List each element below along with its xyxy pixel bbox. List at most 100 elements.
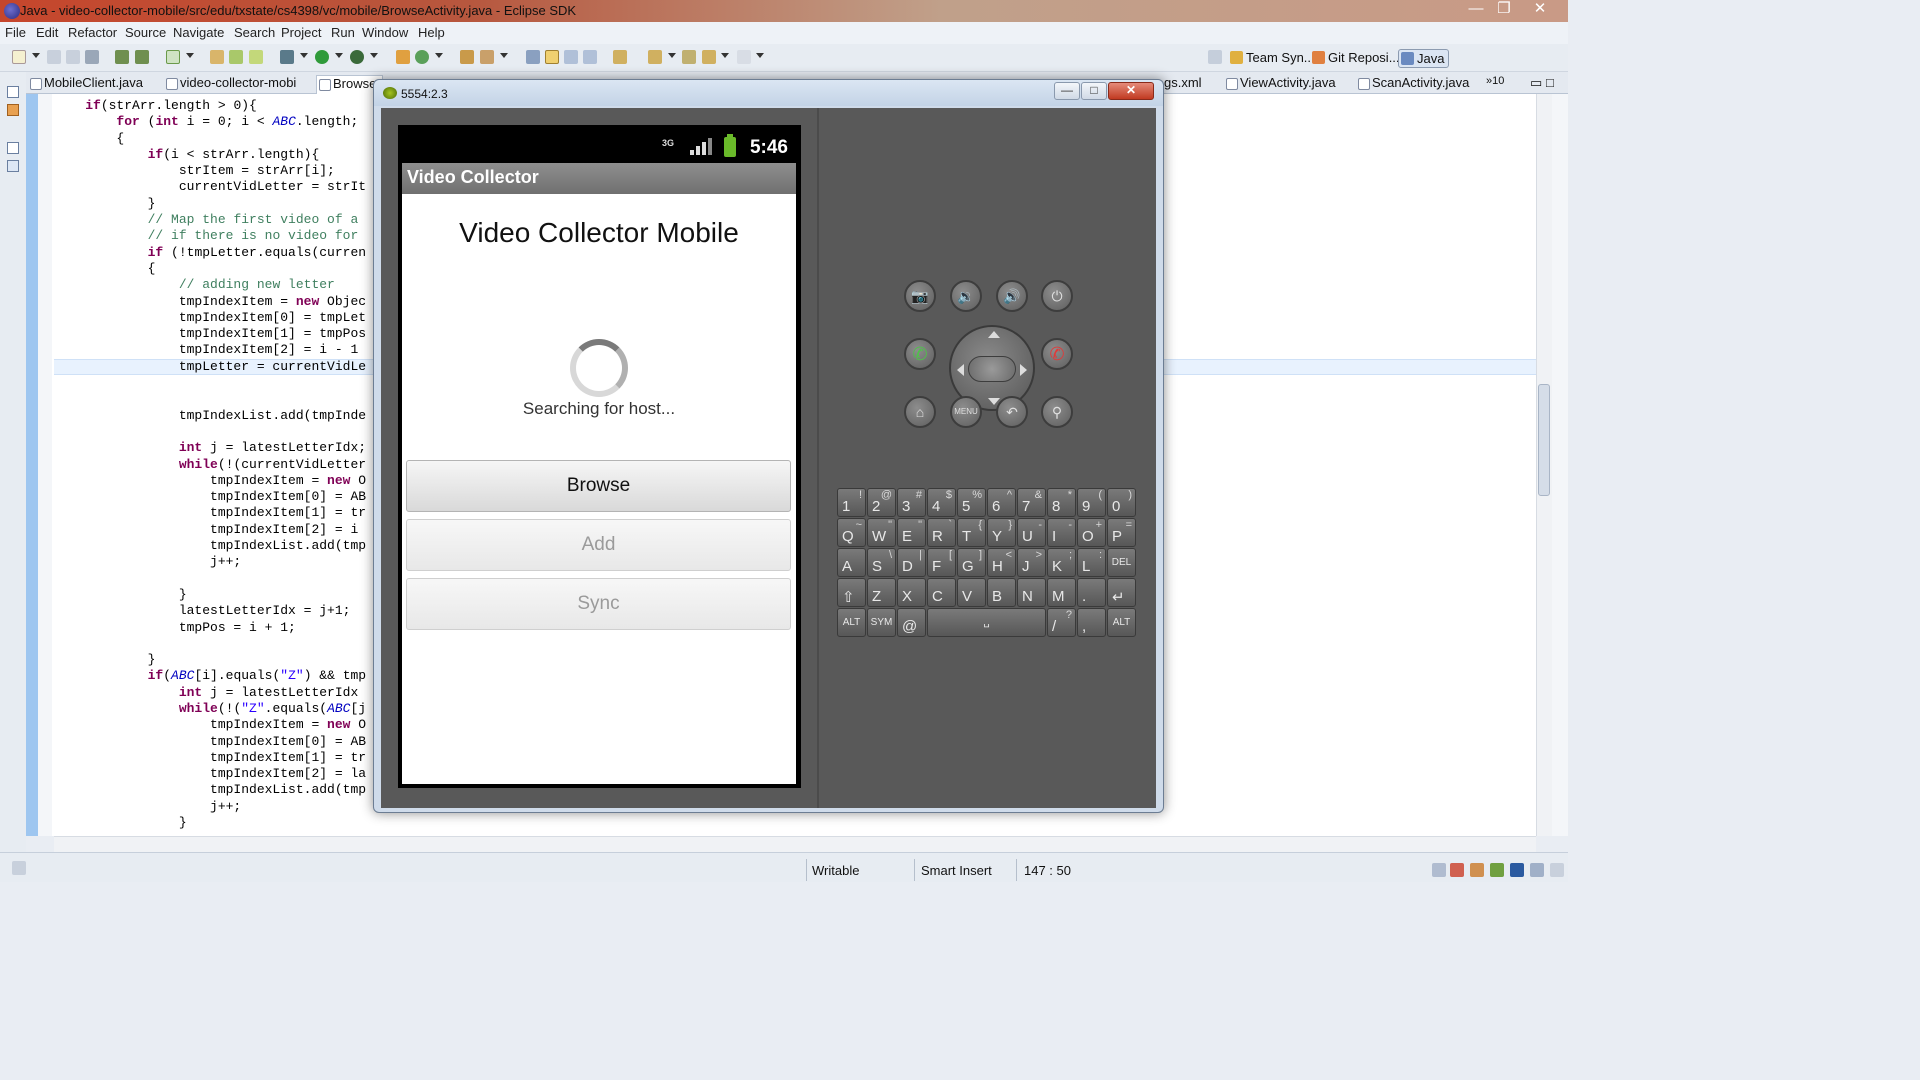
code-line[interactable]: tmpIndexItem[0] = AB xyxy=(54,734,366,750)
run-dropdown-icon[interactable] xyxy=(335,53,343,58)
home-icon[interactable]: ⌂ xyxy=(904,396,936,428)
key-h[interactable]: H < xyxy=(987,548,1016,577)
code-line[interactable]: tmpPos = i + 1; xyxy=(54,620,366,636)
logcat-icon[interactable] xyxy=(1530,863,1544,877)
key-w[interactable]: W " xyxy=(867,518,896,547)
code-line[interactable] xyxy=(54,636,366,652)
perspective-team-sync[interactable]: Team Syn... xyxy=(1228,49,1319,68)
toggle-mark-icon[interactable] xyxy=(526,50,540,64)
prev-annotation-icon[interactable] xyxy=(648,50,662,64)
key-sym[interactable]: SYM xyxy=(867,608,896,637)
close-button[interactable]: ✕ xyxy=(1526,0,1554,20)
tab-overflow[interactable]: »10 xyxy=(1486,75,1504,94)
tab-mobileclient[interactable]: MobileClient.java xyxy=(28,75,143,94)
code-line[interactable]: if(i < strArr.length){ xyxy=(54,147,366,163)
external-tools-icon[interactable] xyxy=(350,50,364,64)
key-at[interactable]: @ xyxy=(897,608,926,637)
key-3[interactable]: 3 # xyxy=(897,488,926,517)
code-line[interactable]: { xyxy=(54,131,366,147)
minimize-editor-icon[interactable]: ▭ xyxy=(1530,75,1542,94)
menu-source[interactable]: Source xyxy=(125,25,166,40)
external-tools-dropdown-icon[interactable] xyxy=(370,53,378,58)
key-alt-left[interactable]: ALT xyxy=(837,608,866,637)
dpad-up-icon[interactable] xyxy=(988,331,1000,338)
key-t[interactable]: T{ xyxy=(957,518,986,547)
minimize-button[interactable]: — xyxy=(1462,0,1490,20)
code-line[interactable]: tmpIndexItem[0] = tmpLet xyxy=(54,310,366,326)
browse-button[interactable]: Browse xyxy=(406,460,791,512)
code-line[interactable]: tmpIndexItem[2] = i - 1 xyxy=(54,342,366,358)
key-2[interactable]: 2 @ xyxy=(867,488,896,517)
key-7[interactable]: 7 & xyxy=(1017,488,1046,517)
key-v[interactable]: V xyxy=(957,578,986,607)
key-z[interactable]: Z xyxy=(867,578,896,607)
code-line[interactable]: tmpIndexList.add(tmp xyxy=(54,782,366,798)
console-icon[interactable] xyxy=(1470,863,1484,877)
vertical-scroll-thumb[interactable] xyxy=(1538,384,1550,496)
coverage-dropdown-icon[interactable] xyxy=(435,53,443,58)
perspective-git-repo[interactable]: Git Reposi... xyxy=(1310,49,1404,68)
key-alt-right[interactable]: ALT xyxy=(1107,608,1136,637)
next-annotation-icon[interactable] xyxy=(613,50,627,64)
volume-up-icon[interactable]: 🔊 xyxy=(996,280,1028,312)
key-slash[interactable]: /? xyxy=(1047,608,1076,637)
code-line[interactable]: // if there is no video for xyxy=(54,228,366,244)
key-f[interactable]: F[ xyxy=(927,548,956,577)
menu-button[interactable]: MENU xyxy=(950,396,982,428)
menu-project[interactable]: Project xyxy=(281,25,321,40)
camera-button-icon[interactable]: 📷 xyxy=(904,280,936,312)
code-line[interactable]: j++; xyxy=(54,554,366,570)
new-dropdown-icon[interactable] xyxy=(32,53,40,58)
code-line[interactable]: strItem = strArr[i]; xyxy=(54,163,366,179)
run-icon[interactable] xyxy=(315,50,329,64)
emulator-titlebar[interactable]: 5554:2.3 — □ ✕ xyxy=(374,80,1163,106)
key-9[interactable]: 9( xyxy=(1077,488,1106,517)
annotation-dropdown-icon[interactable] xyxy=(668,53,676,58)
fast-view-icon[interactable] xyxy=(12,861,26,875)
tab-video-collector-mobi[interactable]: video-collector-mobi xyxy=(164,75,296,94)
code-line[interactable]: latestLetterIdx = j+1; xyxy=(54,603,366,619)
key-6[interactable]: 6 ^ xyxy=(987,488,1016,517)
debug-dropdown-icon[interactable] xyxy=(300,53,308,58)
highlight-icon[interactable] xyxy=(545,50,559,64)
build-icon[interactable] xyxy=(115,50,129,64)
code-line[interactable]: } xyxy=(54,587,366,603)
add-button[interactable]: Add xyxy=(406,519,791,571)
code-line[interactable]: while(!(currentVidLetter xyxy=(54,457,366,473)
key-k[interactable]: K; xyxy=(1047,548,1076,577)
end-call-icon[interactable]: ✆ xyxy=(1041,338,1073,370)
volume-down-icon[interactable]: 🔉 xyxy=(950,280,982,312)
new-class-icon[interactable] xyxy=(396,50,410,64)
tray-icon[interactable] xyxy=(1550,863,1564,877)
last-edit-icon[interactable] xyxy=(682,50,696,64)
code-line[interactable]: if(strArr.length > 0){ xyxy=(54,98,366,114)
show-whitespace-icon[interactable] xyxy=(583,50,597,64)
search-icon[interactable]: ⚲ xyxy=(1041,396,1073,428)
print-icon[interactable] xyxy=(85,50,99,64)
key-8[interactable]: 8 * xyxy=(1047,488,1076,517)
task-icon[interactable] xyxy=(166,50,180,64)
key-1[interactable]: 1! xyxy=(837,488,866,517)
key-x[interactable]: X xyxy=(897,578,926,607)
restore-icon-2[interactable] xyxy=(7,142,19,154)
code-line[interactable]: tmpIndexItem[1] = tmpPos xyxy=(54,326,366,342)
back-icon[interactable] xyxy=(702,50,716,64)
dpad-left-icon[interactable] xyxy=(957,364,964,376)
tab-viewactivity[interactable]: ViewActivity.java xyxy=(1224,75,1336,94)
block-select-icon[interactable] xyxy=(564,50,578,64)
key-r[interactable]: R ` xyxy=(927,518,956,547)
code-line[interactable]: tmpIndexList.add(tmp xyxy=(54,538,366,554)
key-b[interactable]: B xyxy=(987,578,1016,607)
key-s[interactable]: S \ xyxy=(867,548,896,577)
android-icon[interactable] xyxy=(1490,863,1504,877)
key-space[interactable]: ␣ xyxy=(927,608,1046,637)
code-line[interactable]: tmpIndexItem = new O xyxy=(54,717,366,733)
key-3-0[interactable]: ⇧ xyxy=(837,578,866,607)
android-sdk-icon[interactable] xyxy=(135,50,149,64)
error-log-icon[interactable] xyxy=(1450,863,1464,877)
perspective-java[interactable]: Java xyxy=(1398,49,1450,68)
code-line[interactable]: while(!("Z".equals(ABC[j xyxy=(54,701,366,717)
search-tool-icon[interactable] xyxy=(480,50,494,64)
code-line[interactable]: currentVidLetter = strIt xyxy=(54,179,366,195)
sync-button[interactable]: Sync xyxy=(406,578,791,630)
